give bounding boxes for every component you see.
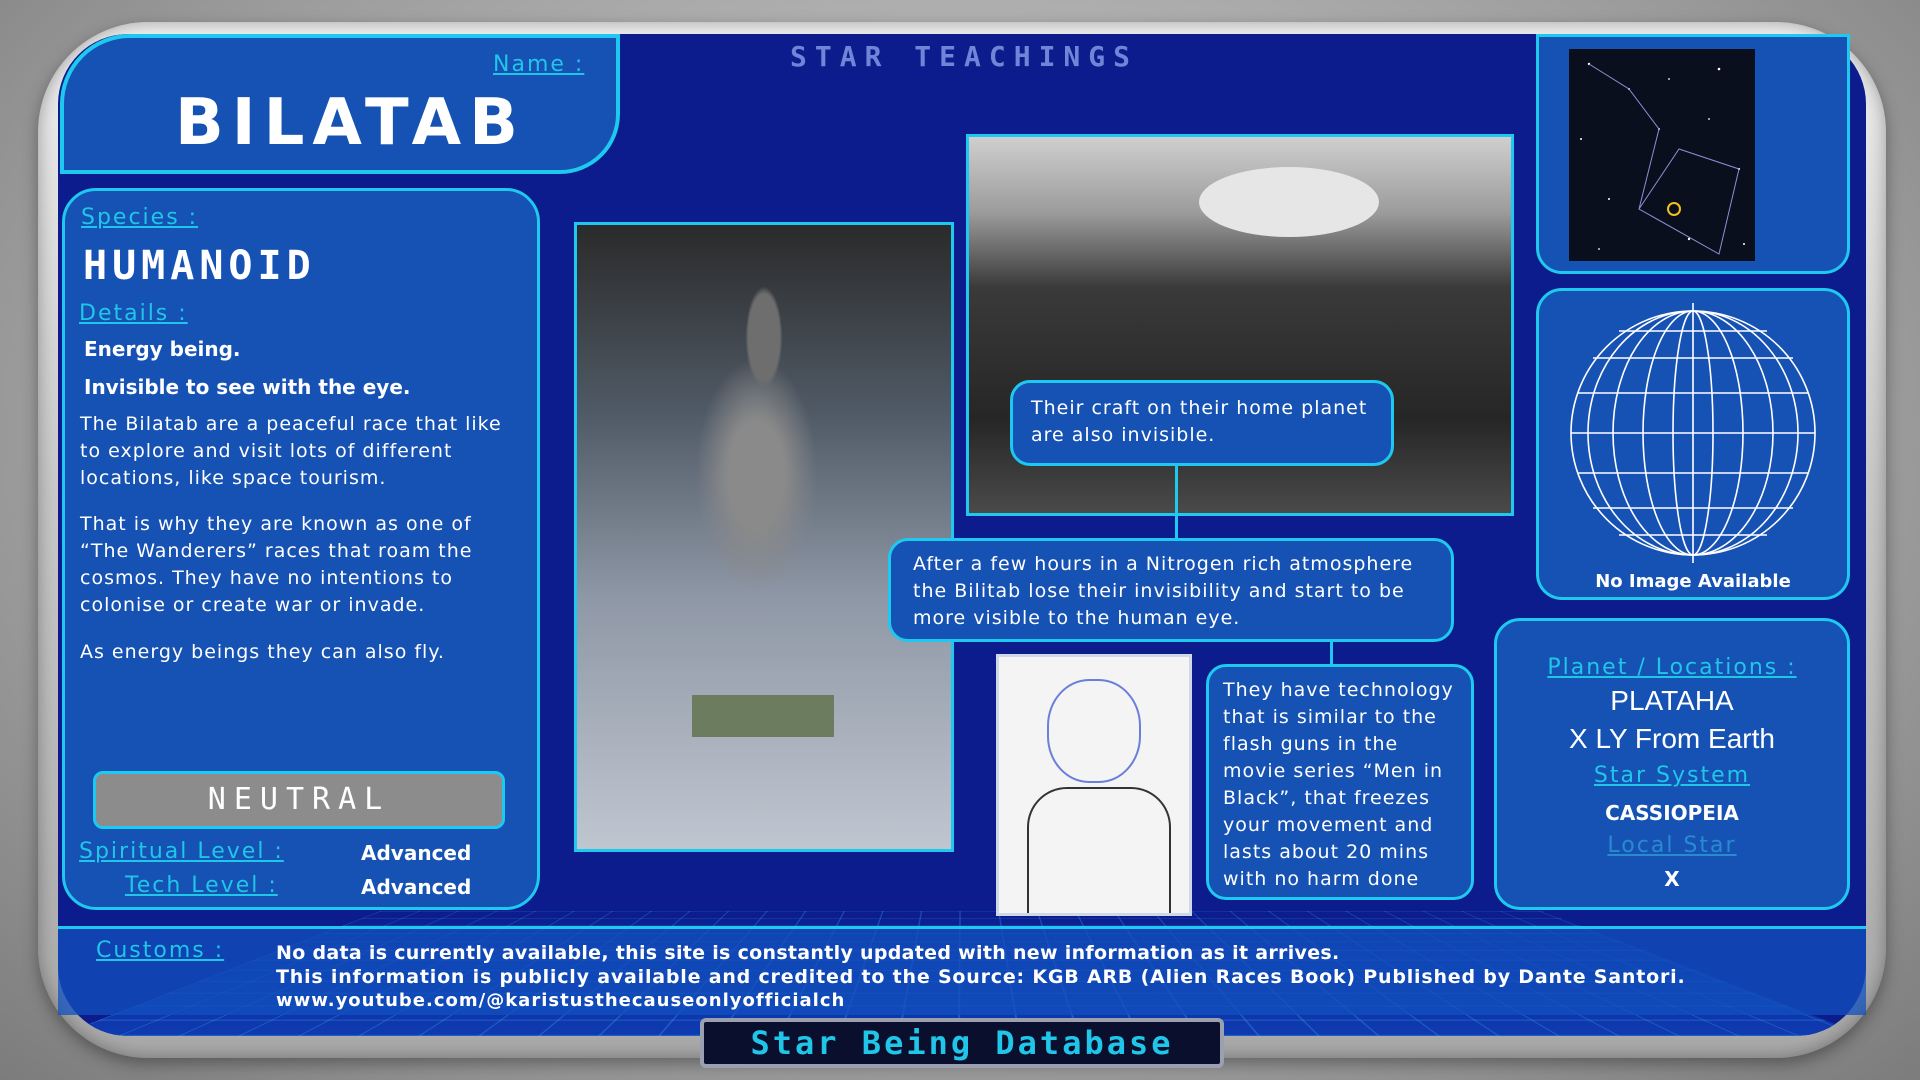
tech-level-label: Tech Level :: [125, 873, 278, 898]
alignment-value: NEUTRAL: [207, 782, 391, 817]
name-label: Name :: [493, 52, 585, 77]
alignment-badge: NEUTRAL: [93, 771, 505, 829]
planet-image-caption: No Image Available: [1595, 571, 1791, 592]
detail-line-1: Energy being.: [84, 337, 241, 361]
wireframe-globe-icon: [1570, 303, 1816, 563]
description-para-3: As energy beings they can also fly.: [80, 641, 445, 663]
database-title: Star Being Database: [750, 1024, 1174, 1062]
spiritual-level-value: Advanced: [361, 841, 472, 865]
species-label: Species :: [81, 205, 199, 230]
planet-panel: No Image Available: [1536, 288, 1850, 600]
callout-technology: They have technology that is similar to …: [1206, 664, 1474, 900]
name-panel: Name : BILATAB: [60, 34, 620, 174]
constellation-map-icon: [1569, 49, 1755, 261]
details-label: Details :: [79, 301, 188, 326]
callout-nitrogen: After a few hours in a Nitrogen rich atm…: [888, 538, 1454, 642]
description-para-2: That is why they are known as one of “Th…: [80, 513, 473, 616]
description-para-1: The Bilatab are a peaceful race that lik…: [80, 413, 502, 489]
species-panel: Species : HUMANOID Details : Energy bein…: [62, 188, 540, 910]
craft-shape: [1199, 167, 1379, 237]
footer-line-2: This information is publicly available a…: [276, 966, 1686, 988]
spiritual-level-label: Spiritual Level :: [79, 839, 284, 864]
star-system-value: CASSIOPEIA: [1605, 801, 1739, 825]
center-title: STAR TEACHINGS: [790, 40, 1139, 73]
species-name: BILATAB: [175, 86, 526, 160]
location-panel: Planet / Locations : PLATAHA X LY From E…: [1494, 618, 1850, 910]
planet-distance: X LY From Earth: [1569, 723, 1775, 754]
tech-level-value: Advanced: [361, 875, 472, 899]
footer-line-3: www.youtube.com/@karistusthecauseonlyoff…: [276, 990, 846, 1011]
constellation-panel: [1536, 34, 1850, 274]
callout-craft: Their craft on their home planet are als…: [1010, 380, 1394, 466]
detail-line-2: Invisible to see with the eye.: [84, 375, 411, 399]
database-title-plate: Star Being Database: [700, 1018, 1224, 1068]
local-star-label: Local Star: [1607, 833, 1737, 858]
planet-name: PLATAHA: [1610, 685, 1734, 716]
being-photo: [574, 222, 954, 852]
local-star-value: X: [1664, 867, 1680, 891]
sketch-image: [996, 654, 1192, 916]
planet-locations-label: Planet / Locations :: [1547, 655, 1797, 680]
star-system-label: Star System: [1593, 763, 1751, 788]
customs-label: Customs :: [96, 938, 225, 963]
footer-line-1: No data is currently available, this sit…: [276, 942, 1340, 964]
species-value: HUMANOID: [83, 243, 316, 289]
